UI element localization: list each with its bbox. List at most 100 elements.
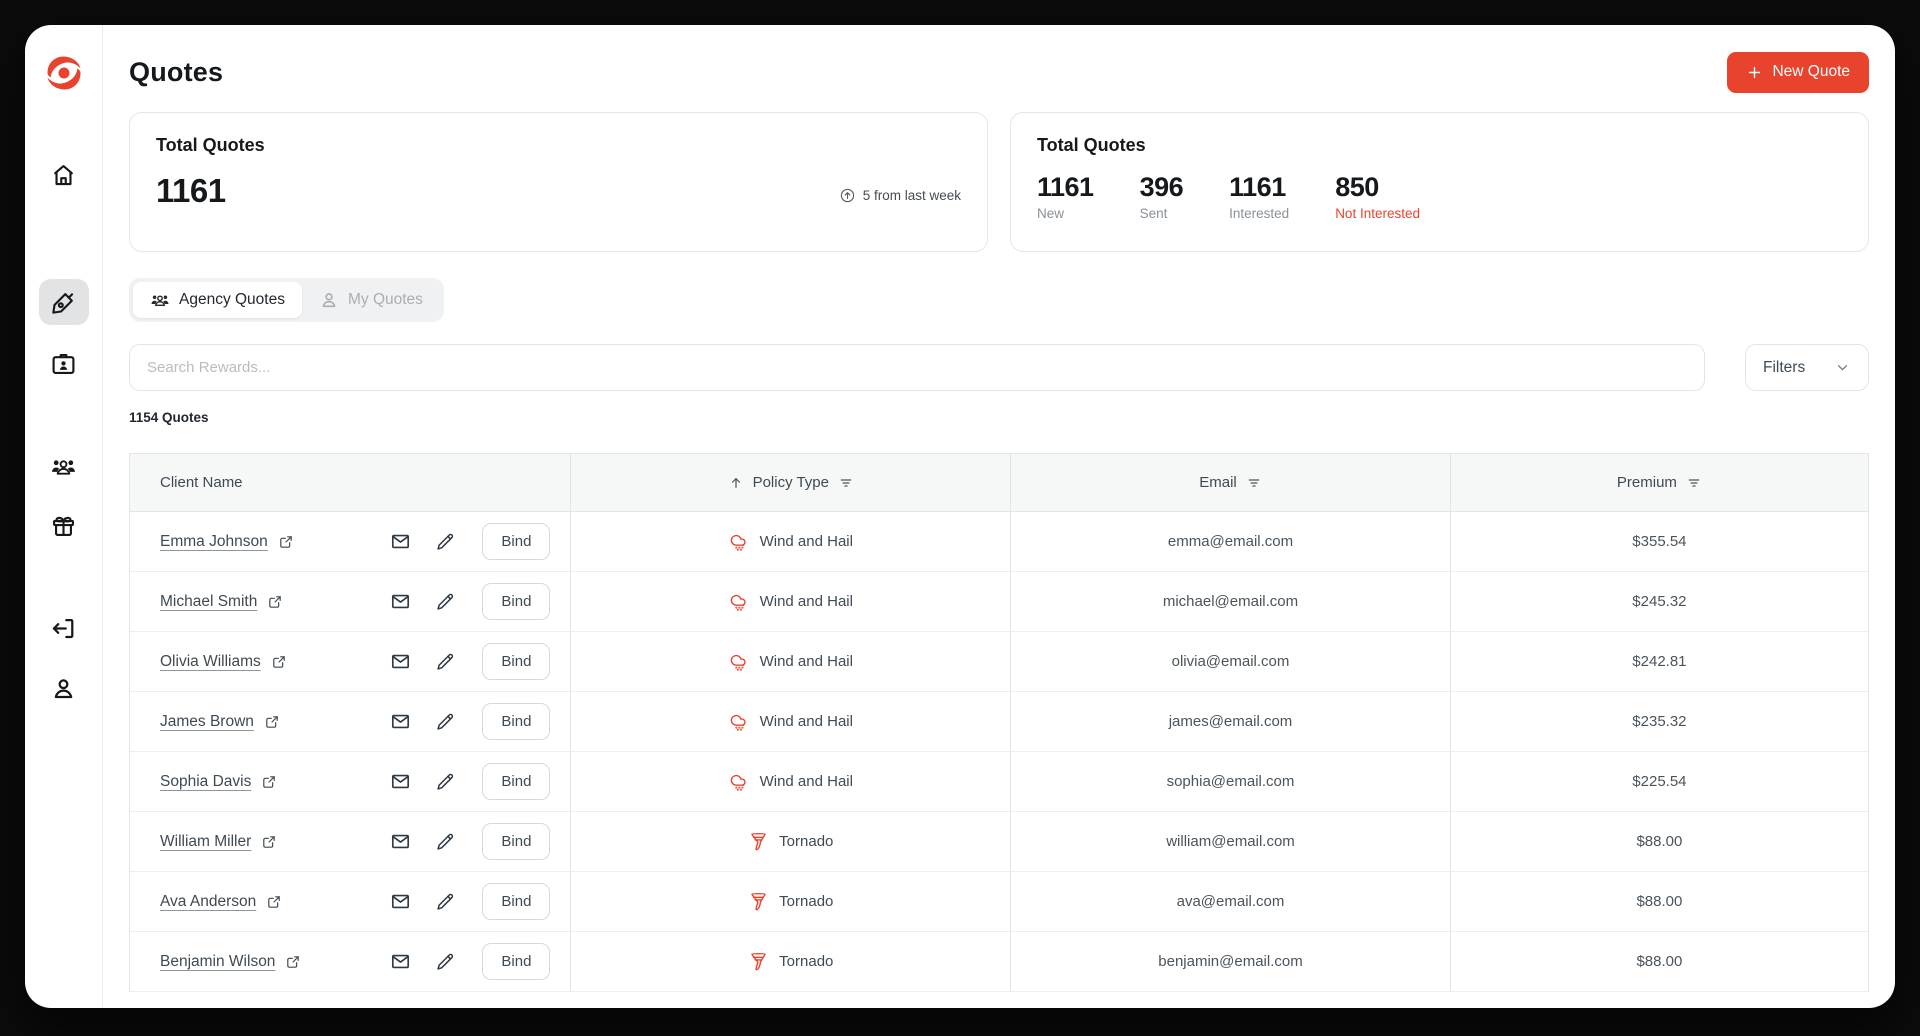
email-client-button[interactable]	[390, 711, 411, 732]
bind-button[interactable]: Bind	[482, 943, 550, 980]
email-client-button[interactable]	[390, 591, 411, 612]
edit-quote-button[interactable]	[435, 531, 456, 552]
open-client-button[interactable]	[278, 534, 294, 550]
open-client-button[interactable]	[266, 894, 282, 910]
policy-type-label: Wind and Hail	[760, 653, 853, 670]
sidebar-item-quotes[interactable]	[39, 279, 89, 325]
client-cell: William Miller Bind	[130, 812, 571, 871]
external-link-icon	[266, 894, 282, 910]
column-header-client-name[interactable]: Client Name	[130, 454, 571, 511]
home-icon	[50, 162, 77, 189]
mail-icon	[390, 651, 411, 672]
summary-cards: Total Quotes 1161 5 from last week Total…	[129, 112, 1869, 252]
column-header-premium[interactable]: Premium	[1451, 454, 1868, 511]
edit-quote-button[interactable]	[435, 591, 456, 612]
mail-icon	[390, 591, 411, 612]
sort-ascending-icon	[728, 475, 744, 491]
total-quotes-card: Total Quotes 1161 5 from last week	[129, 112, 988, 252]
bind-button[interactable]: Bind	[482, 583, 550, 620]
trend-indicator: 5 from last week	[839, 187, 961, 204]
client-name-link[interactable]: Sophia Davis	[160, 773, 251, 791]
pencil-icon	[435, 531, 456, 552]
policy-type-label: Wind and Hail	[760, 713, 853, 730]
client-name-link[interactable]: William Miller	[160, 833, 251, 851]
open-client-button[interactable]	[264, 714, 280, 730]
header-label: Policy Type	[753, 474, 829, 491]
bind-button[interactable]: Bind	[482, 703, 550, 740]
premium-cell: $245.32	[1451, 572, 1868, 631]
sidebar-item-rewards[interactable]	[50, 512, 77, 539]
filters-button[interactable]: Filters	[1745, 344, 1869, 391]
open-client-button[interactable]	[261, 834, 277, 850]
email-client-button[interactable]	[390, 651, 411, 672]
arrow-up-circle-icon	[839, 187, 856, 204]
hurricane-logo-icon	[42, 51, 86, 95]
table-row: Emma Johnson Bind	[130, 512, 1868, 572]
external-link-icon	[267, 594, 283, 610]
tab-agency-quotes[interactable]: Agency Quotes	[133, 282, 302, 318]
tornado-icon	[748, 891, 769, 912]
bind-button[interactable]: Bind	[482, 523, 550, 560]
edit-quote-button[interactable]	[435, 651, 456, 672]
email-client-button[interactable]	[390, 531, 411, 552]
edit-quote-button[interactable]	[435, 771, 456, 792]
header-label: Email	[1199, 474, 1237, 491]
tab-my-quotes[interactable]: My Quotes	[302, 282, 440, 318]
bind-button[interactable]: Bind	[482, 643, 550, 680]
sidebar-item-team[interactable]	[50, 453, 77, 480]
open-client-button[interactable]	[285, 954, 301, 970]
mail-icon	[390, 711, 411, 732]
pencil-icon	[435, 651, 456, 672]
client-name-link[interactable]: Michael Smith	[160, 593, 257, 611]
filter-icon	[838, 475, 854, 491]
new-quote-label: New Quote	[1772, 63, 1850, 81]
email-cell: emma@email.com	[1011, 512, 1451, 571]
sidebar-item-contacts[interactable]	[50, 351, 77, 378]
client-name-link[interactable]: James Brown	[160, 713, 254, 731]
filter-icon	[1686, 475, 1702, 491]
new-quote-button[interactable]: New Quote	[1727, 52, 1869, 93]
sidebar-item-logout[interactable]	[50, 615, 77, 642]
client-name-link[interactable]: Ava Anderson	[160, 893, 256, 911]
page-header: Quotes New Quote	[129, 49, 1869, 95]
policy-cell: Tornado	[571, 872, 1011, 931]
premium-cell: $88.00	[1451, 872, 1868, 931]
sidebar-item-profile[interactable]	[50, 675, 77, 702]
table-row: Olivia Williams Bind	[130, 632, 1868, 692]
client-name-link[interactable]: Emma Johnson	[160, 533, 268, 551]
bind-button[interactable]: Bind	[482, 823, 550, 860]
client-cell: Ava Anderson Bind	[130, 872, 571, 931]
stat-label: Sent	[1140, 206, 1184, 221]
open-client-button[interactable]	[271, 654, 287, 670]
external-link-icon	[285, 954, 301, 970]
client-name-link[interactable]: Benjamin Wilson	[160, 953, 275, 971]
quotes-breakdown-card: Total Quotes 1161 New 396 Sent 1161 Inte…	[1010, 112, 1869, 252]
column-header-email[interactable]: Email	[1011, 454, 1451, 511]
client-name-link[interactable]: Olivia Williams	[160, 653, 261, 671]
sidebar-item-home[interactable]	[50, 162, 77, 189]
edit-quote-button[interactable]	[435, 831, 456, 852]
mail-icon	[390, 891, 411, 912]
column-header-policy-type[interactable]: Policy Type	[571, 454, 1011, 511]
external-link-icon	[271, 654, 287, 670]
edit-quote-button[interactable]	[435, 951, 456, 972]
open-client-button[interactable]	[261, 774, 277, 790]
sidebar	[25, 25, 103, 1008]
edit-quote-button[interactable]	[435, 891, 456, 912]
policy-type-label: Tornado	[779, 893, 833, 910]
table-row: Michael Smith Bind	[130, 572, 1868, 632]
email-client-button[interactable]	[390, 951, 411, 972]
open-client-button[interactable]	[267, 594, 283, 610]
search-input[interactable]	[129, 344, 1705, 391]
email-client-button[interactable]	[390, 771, 411, 792]
bind-button[interactable]: Bind	[482, 763, 550, 800]
client-cell: Benjamin Wilson Bind	[130, 932, 571, 991]
id-card-icon	[50, 351, 77, 378]
chevron-down-icon	[1834, 359, 1851, 376]
bind-button[interactable]: Bind	[482, 883, 550, 920]
edit-quote-button[interactable]	[435, 711, 456, 732]
email-client-button[interactable]	[390, 891, 411, 912]
header-label: Client Name	[160, 474, 243, 491]
premium-cell: $88.00	[1451, 812, 1868, 871]
email-client-button[interactable]	[390, 831, 411, 852]
